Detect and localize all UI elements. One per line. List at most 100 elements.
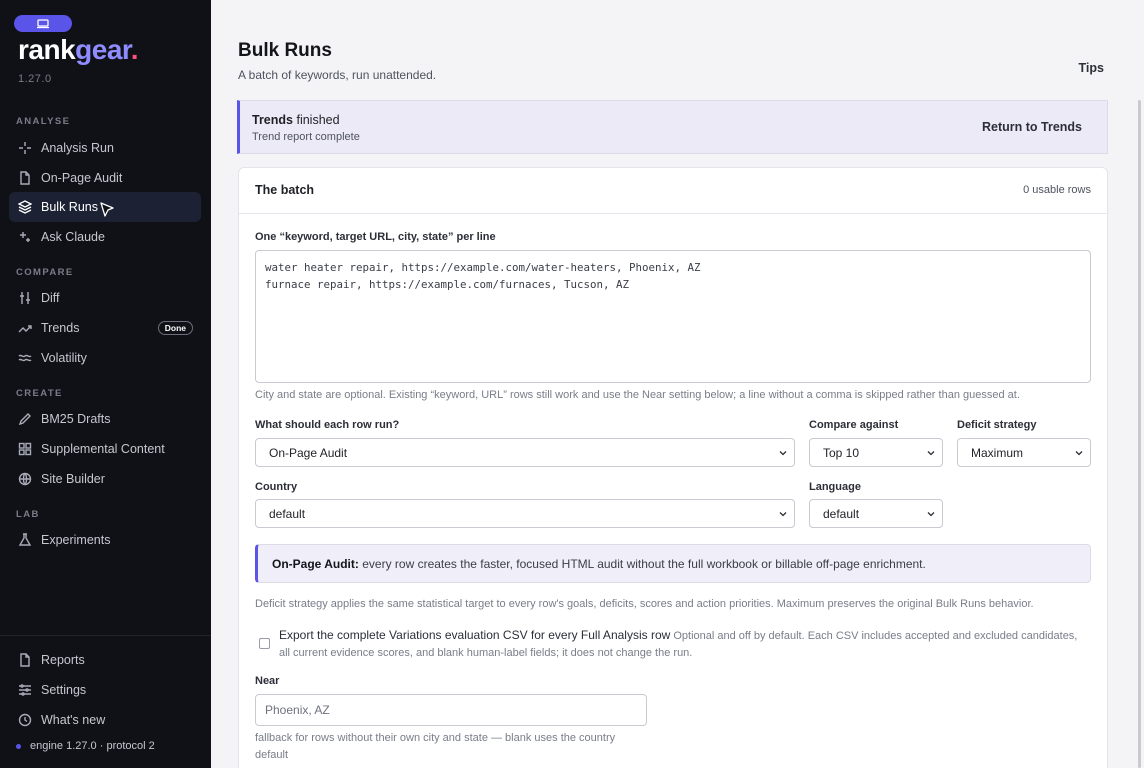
section-compare: COMPARE [16, 267, 74, 278]
chevron-down-icon [927, 512, 935, 517]
scrollbar[interactable] [1138, 100, 1141, 768]
status-badge: Done [157, 321, 193, 335]
sidebar-item-label: Supplemental Content [41, 442, 165, 456]
sidebar-item-label: Volatility [41, 351, 87, 365]
country-select[interactable]: default [255, 499, 795, 528]
compare-label: Compare against [809, 419, 899, 431]
select-value: Top 10 [823, 445, 860, 460]
sidebar-item-label: Bulk Runs [41, 200, 98, 214]
sidebar-item-settings[interactable]: Settings [9, 675, 201, 705]
page-subtitle: A batch of keywords, run unattended. [238, 68, 437, 82]
tips-button[interactable]: Tips [1079, 61, 1104, 75]
laptop-icon [14, 15, 72, 32]
settings-sliders-icon [18, 683, 32, 697]
chevron-down-icon [779, 512, 787, 517]
info-strong: On-Page Audit: [272, 557, 359, 571]
row-run-label: What should each row run? [255, 419, 400, 431]
info-text: every row creates the faster, focused HT… [358, 557, 926, 571]
sidebar-item-experiments[interactable]: Experiments [9, 525, 201, 555]
batch-textarea[interactable]: water heater repair, https://example.com… [255, 250, 1091, 383]
sidebar-item-supplemental-content[interactable]: Supplemental Content [9, 434, 201, 464]
near-input[interactable]: Phoenix, AZ [255, 694, 647, 726]
notice-strong: Trends [252, 113, 293, 127]
section-lab: LAB [16, 509, 40, 520]
section-create: CREATE [16, 388, 63, 399]
country-label: Country [255, 481, 298, 493]
sidebar-item-trends[interactable]: Trends Done [9, 313, 201, 343]
grid-icon [18, 442, 32, 456]
section-analyse: ANALYSE [16, 116, 71, 127]
trends-notice: Trends finished Trend report complete Re… [237, 100, 1108, 154]
usable-rows-count: 0 usable rows [1023, 184, 1091, 196]
main-content: Bulk Runs A batch of keywords, run unatt… [211, 0, 1144, 768]
sidebar-item-label: Site Builder [41, 472, 105, 486]
sparkle-icon [18, 141, 32, 155]
brand-accent: gear [75, 34, 131, 65]
sidebar-item-analysis-run[interactable]: Analysis Run [9, 133, 201, 163]
near-help: fallback for rows without their own city… [255, 732, 616, 761]
batch-input-help: City and state are optional. Existing “k… [255, 389, 1020, 401]
near-label: Near [255, 675, 280, 687]
document-icon [18, 653, 32, 667]
sidebar-item-whats-new[interactable]: What's new [9, 705, 201, 735]
sidebar-item-label: Settings [41, 683, 87, 697]
sidebar-divider [0, 635, 211, 636]
pencil-icon [18, 412, 32, 426]
notice-subtitle: Trend report complete [252, 131, 360, 143]
sliders-icon [18, 291, 32, 305]
sidebar-item-label: BM25 Drafts [41, 412, 111, 426]
sidebar-item-label: Diff [41, 291, 60, 305]
chevron-down-icon [1075, 451, 1083, 456]
language-label: Language [809, 481, 861, 493]
clock-icon [18, 713, 32, 727]
sidebar-item-label: Analysis Run [41, 141, 114, 155]
version-label: 1.27.0 [18, 73, 52, 85]
sidebar-item-reports[interactable]: Reports [9, 645, 201, 675]
card-header: The batch 0 usable rows [239, 168, 1107, 214]
sidebar-item-on-page-audit[interactable]: On-Page Audit [9, 163, 201, 193]
layers-icon [18, 200, 32, 214]
sidebar-item-diff[interactable]: Diff [9, 283, 201, 313]
deficit-label: Deficit strategy [957, 419, 1037, 431]
row-run-select[interactable]: On-Page Audit [255, 438, 795, 467]
near-placeholder: Phoenix, AZ [265, 703, 330, 717]
engine-label: engine 1.27.0 · protocol 2 [30, 740, 155, 752]
select-value: default [823, 506, 860, 521]
sidebar-item-label: Ask Claude [41, 230, 105, 244]
sidebar-item-ask-claude[interactable]: Ask Claude [9, 222, 201, 252]
return-to-trends-button[interactable]: Return to Trends [982, 120, 1082, 134]
trending-up-icon [18, 321, 32, 335]
batch-input-label: One “keyword, target URL, city, state” p… [255, 231, 496, 243]
sidebar-item-volatility[interactable]: Volatility [9, 343, 201, 373]
batch-card: The batch 0 usable rows One “keyword, ta… [238, 167, 1108, 768]
sidebar-item-label: Trends [41, 321, 80, 335]
document-icon [18, 171, 32, 185]
select-value: default [269, 506, 306, 521]
sidebar-item-bm25-drafts[interactable]: BM25 Drafts [9, 404, 201, 434]
engine-status: engine 1.27.0 · protocol 2 [16, 740, 155, 752]
compare-select[interactable]: Top 10 [809, 438, 943, 467]
brand-logo[interactable]: rankgear. [18, 34, 139, 66]
sidebar-item-label: On-Page Audit [41, 171, 123, 185]
sidebar-item-label: Reports [41, 653, 85, 667]
page-title: Bulk Runs [238, 40, 332, 61]
language-select[interactable]: default [809, 499, 943, 528]
export-csv-checkbox[interactable] [259, 638, 270, 649]
notice-title: Trends finished [252, 113, 340, 127]
wave-icon [18, 351, 32, 365]
sidebar: rankgear. 1.27.0 ANALYSE Analysis Run On… [0, 0, 211, 768]
export-csv-label[interactable]: Export the complete Variations evaluatio… [279, 628, 670, 642]
sidebar-item-label: What's new [41, 713, 106, 727]
mode-info-callout: On-Page Audit: every row creates the fas… [255, 544, 1091, 583]
deficit-help: Deficit strategy applies the same statis… [255, 598, 1034, 610]
flask-icon [18, 533, 32, 547]
select-value: On-Page Audit [269, 445, 348, 460]
sidebar-item-site-builder[interactable]: Site Builder [9, 464, 201, 494]
export-csv-text: Export the complete Variations evaluatio… [279, 627, 1089, 662]
sparkles-icon [18, 230, 32, 244]
status-dot-icon [16, 743, 21, 749]
sidebar-item-label: Experiments [41, 533, 111, 547]
deficit-select[interactable]: Maximum [957, 438, 1091, 467]
card-title: The batch [255, 183, 315, 197]
brand-main: rank [18, 34, 76, 65]
